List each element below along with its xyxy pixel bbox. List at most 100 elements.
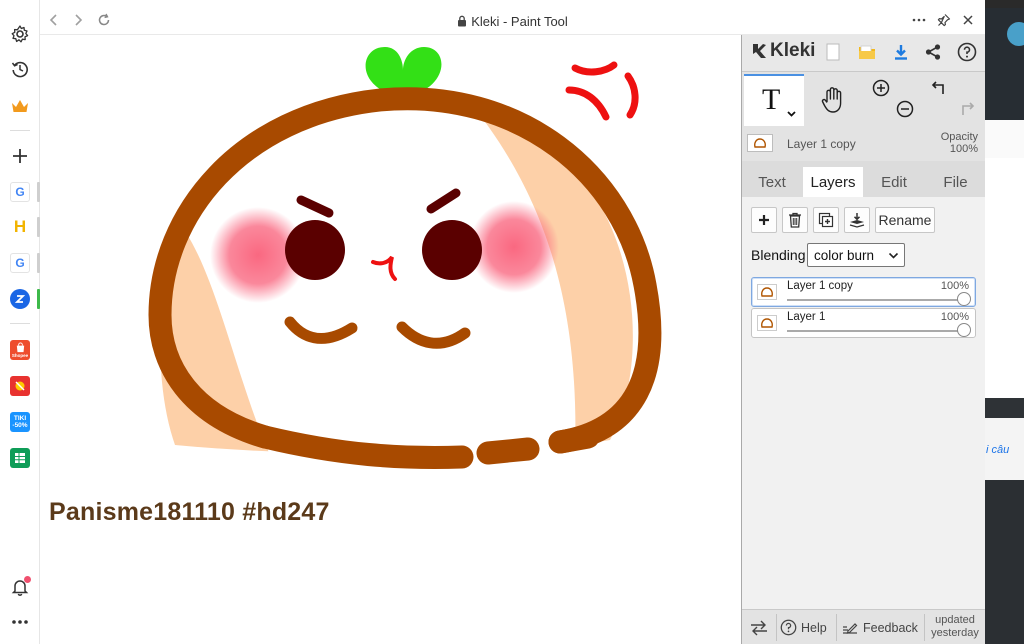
right-cheek — [469, 201, 559, 293]
bell-icon[interactable] — [8, 575, 32, 599]
layer-opacity-slider-handle[interactable] — [957, 323, 971, 337]
svg-text:T: T — [762, 83, 780, 116]
help-icon — [780, 619, 797, 636]
hand-tool-icon[interactable] — [814, 78, 854, 122]
avatar — [1007, 22, 1024, 46]
tab-file[interactable]: File — [925, 167, 986, 197]
google-icon-letter: G — [10, 253, 30, 273]
more-options-icon[interactable] — [912, 13, 926, 30]
blending-mode-value: color burn — [814, 247, 875, 263]
layer-opacity-track[interactable] — [787, 330, 965, 332]
layers-tab-content: Rename Blending color burn Layer 1 copy … — [742, 197, 986, 609]
opacity-value: 100% — [949, 143, 978, 155]
drawing-canvas[interactable]: Panisme181110 #hd247 — [40, 35, 741, 644]
game-icon[interactable] — [8, 374, 32, 398]
background-page: i câu — [985, 0, 1024, 644]
signature-text: Panisme181110 #hd247 — [49, 498, 330, 526]
tab-layers[interactable]: Layers — [803, 167, 863, 197]
add-layer-button[interactable] — [751, 207, 777, 233]
browser-sidebar: G H G Shopee TIKI -50% — [0, 0, 40, 644]
tab-text[interactable]: Text — [742, 167, 802, 197]
text-tool-button[interactable]: T — [744, 74, 804, 126]
blending-mode-select[interactable]: color burn — [807, 243, 905, 267]
background-page-snippet: i câu — [986, 444, 1010, 456]
duplicate-layer-button[interactable] — [813, 207, 839, 233]
updated-line-2: yesterday — [931, 627, 979, 639]
nose-mark — [371, 255, 397, 281]
trash-icon — [789, 212, 801, 228]
download-icon[interactable] — [890, 41, 912, 63]
body-bottom-middle — [476, 437, 540, 465]
shopee-label: Shopee — [11, 353, 29, 358]
right-eyebrow — [426, 188, 461, 214]
h-app-icon[interactable]: H — [8, 215, 32, 239]
google-icon[interactable]: G — [8, 180, 32, 204]
kleki-header: Kleki — [742, 35, 986, 71]
feedback-label: Feedback — [863, 620, 918, 635]
left-mouth-stroke — [284, 316, 358, 344]
redo-icon[interactable] — [954, 98, 976, 120]
tiki-label: TIKI -50% — [10, 412, 30, 432]
undo-icon[interactable] — [930, 77, 952, 99]
merge-down-button[interactable] — [844, 207, 870, 233]
left-eyebrow — [296, 195, 334, 218]
more-icon[interactable] — [8, 610, 32, 634]
history-icon[interactable] — [8, 57, 32, 81]
layer-row-layer-1-copy[interactable]: Layer 1 copy 100% — [751, 277, 976, 307]
kleki-logo-icon — [753, 44, 766, 58]
duplicate-icon — [818, 212, 834, 228]
right-mouth-stroke — [396, 321, 471, 349]
add-icon[interactable] — [8, 144, 32, 168]
current-layer-name: Layer 1 copy — [787, 137, 856, 151]
share-icon[interactable] — [922, 41, 944, 63]
layer-row-layer-1[interactable]: Layer 1 100% — [751, 308, 976, 338]
open-folder-icon[interactable] — [856, 41, 878, 63]
h-app-letter: H — [10, 217, 30, 237]
layer-thumbnail — [757, 315, 777, 331]
updated-status: updated yesterday — [926, 614, 984, 640]
help-circle-icon[interactable] — [956, 41, 978, 63]
delete-layer-button[interactable] — [782, 207, 808, 233]
feedback-icon — [843, 622, 858, 634]
close-icon[interactable] — [962, 13, 974, 29]
zalo-icon[interactable] — [8, 287, 32, 311]
new-file-icon[interactable] — [822, 41, 844, 63]
pin-icon[interactable] — [937, 13, 951, 30]
layer-name: Layer 1 copy — [787, 280, 853, 292]
anger-mark — [565, 61, 639, 121]
updated-line-1: updated — [935, 614, 975, 626]
chevron-down-icon — [888, 249, 899, 264]
kleki-panel-window: Kleki - Paint Tool Panisme181110 #hd247 … — [40, 8, 986, 644]
window-title-text: Kleki - Paint Tool — [471, 14, 568, 29]
tiki-icon[interactable]: TIKI -50% — [8, 410, 32, 434]
help-label: Help — [801, 620, 827, 635]
shopee-icon[interactable]: Shopee — [8, 338, 32, 362]
layer-opacity-slider-handle[interactable] — [957, 292, 971, 306]
google-icon[interactable]: G — [8, 251, 32, 275]
panel-tabs: Text Layers Edit File — [742, 161, 986, 197]
settings-icon[interactable] — [8, 22, 32, 46]
current-layer-thumbnail — [747, 134, 773, 152]
rename-layer-button[interactable]: Rename — [875, 207, 935, 233]
crown-icon[interactable] — [8, 94, 32, 118]
kleki-footer: Help Feedback updated yesterday — [742, 609, 986, 644]
drawing-artwork[interactable] — [40, 35, 741, 644]
right-eye — [422, 220, 482, 280]
layer-opacity-track[interactable] — [787, 299, 965, 301]
opacity-readout: Opacity 100% — [941, 131, 978, 155]
left-eye — [285, 220, 345, 280]
body-bottom-right — [548, 425, 600, 454]
feedback-button[interactable]: Feedback — [842, 610, 918, 644]
notification-dot — [24, 576, 31, 583]
zoom-in-icon[interactable] — [870, 77, 892, 99]
body-bottom-left — [253, 425, 474, 469]
kleki-logo[interactable]: Kleki — [750, 40, 815, 62]
opacity-label: Opacity — [940, 131, 978, 143]
swap-side-icon[interactable] — [750, 610, 768, 644]
merge-down-icon — [849, 213, 865, 228]
help-button[interactable]: Help — [780, 610, 827, 644]
tab-edit[interactable]: Edit — [864, 167, 924, 197]
panel-titlebar: Kleki - Paint Tool — [40, 8, 985, 35]
sheets-icon[interactable] — [8, 446, 32, 470]
zoom-out-icon[interactable] — [894, 98, 916, 120]
